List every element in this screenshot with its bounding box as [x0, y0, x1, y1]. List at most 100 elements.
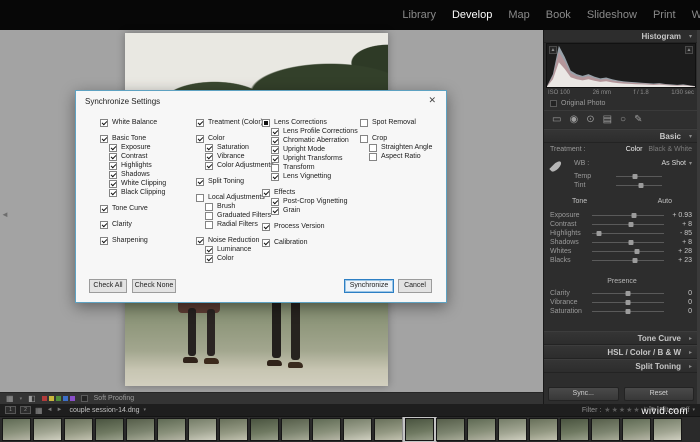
whites-slider-thumb[interactable] [634, 249, 639, 254]
histogram-panel-header[interactable]: Histogram ▾ [544, 30, 697, 43]
synchronize-button[interactable]: Synchronize [344, 279, 394, 293]
clarity-slider-track[interactable] [592, 289, 664, 298]
highlights-slider-track[interactable] [592, 229, 664, 238]
sync-option-brush[interactable]: Brush [205, 202, 262, 211]
cancel-button[interactable]: Cancel [398, 279, 432, 293]
sync-option-split-toning[interactable]: Split Toning [196, 177, 262, 186]
filmstrip-thumbnail[interactable] [436, 418, 465, 441]
saturation-slider-track[interactable] [592, 307, 664, 316]
sync-option-basic-tone[interactable]: Basic Tone [100, 134, 196, 143]
module-map[interactable]: Map [508, 9, 529, 21]
contrast-slider-thumb[interactable] [628, 222, 633, 227]
spot-removal-icon[interactable]: ◉ [569, 114, 578, 125]
sync-option-color[interactable]: Color [196, 134, 262, 143]
checkbox-icon[interactable] [205, 144, 213, 152]
checkbox-icon[interactable] [109, 189, 117, 197]
panel-header-tone-curve[interactable]: Tone Curve▸ [544, 331, 697, 345]
shadows-slider-thumb[interactable] [628, 240, 633, 245]
checkbox-icon[interactable] [205, 221, 213, 229]
checkbox-icon[interactable] [109, 162, 117, 170]
filmstrip-thumbnail[interactable] [126, 418, 155, 441]
checkbox-icon[interactable] [262, 239, 270, 247]
disclosure-triangle-icon[interactable]: ▸ [689, 349, 692, 356]
checkbox-icon[interactable] [271, 137, 279, 145]
vibrance-slider-thumb[interactable] [626, 300, 631, 305]
color-label-swatch[interactable] [56, 396, 61, 401]
tint-slider-track[interactable] [616, 181, 662, 190]
filmstrip-thumbnail[interactable] [2, 418, 31, 441]
checkbox-icon[interactable] [271, 164, 279, 172]
checkbox-icon[interactable] [271, 146, 279, 154]
filename-dropdown-icon[interactable]: ▾ [144, 407, 147, 413]
vibrance-slider-track[interactable] [592, 298, 664, 307]
back-arrow-icon[interactable]: ◄ [47, 407, 53, 413]
checkbox-icon[interactable] [109, 171, 117, 179]
checkbox-icon[interactable] [196, 194, 204, 202]
checkbox-icon[interactable] [100, 221, 108, 229]
exposure-slider-thumb[interactable] [632, 213, 637, 218]
treatment-color-option[interactable]: Color [626, 146, 643, 153]
filmstrip-thumbnail[interactable] [33, 418, 62, 441]
sync-option-process-version[interactable]: Process Version [262, 222, 358, 231]
basic-panel-header[interactable]: Basic ▾ [544, 129, 697, 143]
sync-option-lens-profile-corrections[interactable]: Lens Profile Corrections [271, 127, 358, 136]
main-window-icon[interactable]: 1 [5, 406, 16, 414]
sync-option-radial-filters[interactable]: Radial Filters [205, 220, 262, 229]
sync-option-tone-curve[interactable]: Tone Curve [100, 204, 196, 213]
disclosure-triangle-icon[interactable]: ▾ [689, 33, 692, 40]
sync-option-luminance[interactable]: Luminance [205, 245, 262, 254]
filmstrip-thumbnail[interactable] [312, 418, 341, 441]
grid-view-icon[interactable]: ▦ [6, 394, 14, 403]
filmstrip-thumbnail[interactable] [653, 418, 682, 441]
shadows-slider-track[interactable] [592, 238, 664, 247]
module-print[interactable]: Print [653, 9, 676, 21]
sync-option-shadows[interactable]: Shadows [109, 170, 196, 179]
checkbox-icon[interactable] [271, 128, 279, 136]
dialog-close-button[interactable]: ✕ [428, 95, 436, 106]
sync-option-clarity[interactable]: Clarity [100, 220, 196, 229]
sync-option-straighten-angle[interactable]: Straighten Angle [369, 143, 442, 152]
checkbox-icon[interactable] [196, 178, 204, 186]
sync-option-post-crop-vignetting[interactable]: Post-Crop Vignetting [271, 197, 358, 206]
color-label-swatch[interactable] [42, 396, 47, 401]
checkbox-icon[interactable] [262, 119, 270, 127]
star-filter-icon[interactable]: ★ [604, 406, 610, 414]
panel-header-hsl-color-b-w[interactable]: HSL / Color / B & W▸ [544, 345, 697, 359]
filmstrip-thumbnail[interactable] [622, 418, 651, 441]
color-label-swatch[interactable] [70, 396, 75, 401]
checkbox-icon[interactable] [271, 155, 279, 163]
left-panel-collapse-arrow[interactable]: ◄ [1, 210, 9, 219]
sync-option-contrast[interactable]: Contrast [109, 152, 196, 161]
filmstrip-thumbnail[interactable] [188, 418, 217, 441]
blacks-slider-thumb[interactable] [633, 258, 638, 263]
temp-slider-track[interactable] [616, 172, 662, 181]
adjustment-brush-icon[interactable]: ✎ [634, 114, 642, 125]
sync-option-aspect-ratio[interactable]: Aspect Ratio [369, 152, 442, 161]
checkbox-icon[interactable] [109, 180, 117, 188]
filmstrip-thumbnail[interactable] [374, 418, 403, 441]
sync-option-highlights[interactable]: Highlights [109, 161, 196, 170]
contrast-slider-track[interactable] [592, 220, 664, 229]
radial-filter-icon[interactable]: ○ [620, 114, 626, 125]
module-web[interactable]: Web [692, 9, 700, 21]
sync-option-black-clipping[interactable]: Black Clipping [109, 188, 196, 197]
filters-dropdown-icon[interactable]: ▾ [692, 407, 695, 413]
checkbox-icon[interactable] [360, 135, 368, 143]
graduated-filter-icon[interactable]: ▤ [603, 114, 612, 125]
checkbox-icon[interactable] [205, 246, 213, 254]
color-label-swatch[interactable] [49, 396, 54, 401]
checkbox-icon[interactable] [205, 153, 213, 161]
sync-option-local-adjustments[interactable]: Local Adjustments [196, 193, 262, 202]
temp-slider-thumb[interactable] [633, 174, 638, 179]
sync-option-spot-removal[interactable]: Spot Removal [360, 118, 442, 127]
wb-dropdown-icon[interactable]: ▾ [689, 160, 692, 167]
filmstrip-thumbnail[interactable] [560, 418, 589, 441]
star-filter-icon[interactable]: ★ [612, 406, 618, 414]
forward-arrow-icon[interactable]: ► [57, 407, 63, 413]
checkbox-icon[interactable] [360, 119, 368, 127]
sync-option-lens-vignetting[interactable]: Lens Vignetting [271, 172, 358, 181]
disclosure-triangle-icon[interactable]: ▸ [689, 363, 692, 370]
sync-option-graduated-filters[interactable]: Graduated Filters [205, 211, 262, 220]
filmstrip-thumbnail[interactable] [281, 418, 310, 441]
clarity-slider-thumb[interactable] [626, 291, 631, 296]
